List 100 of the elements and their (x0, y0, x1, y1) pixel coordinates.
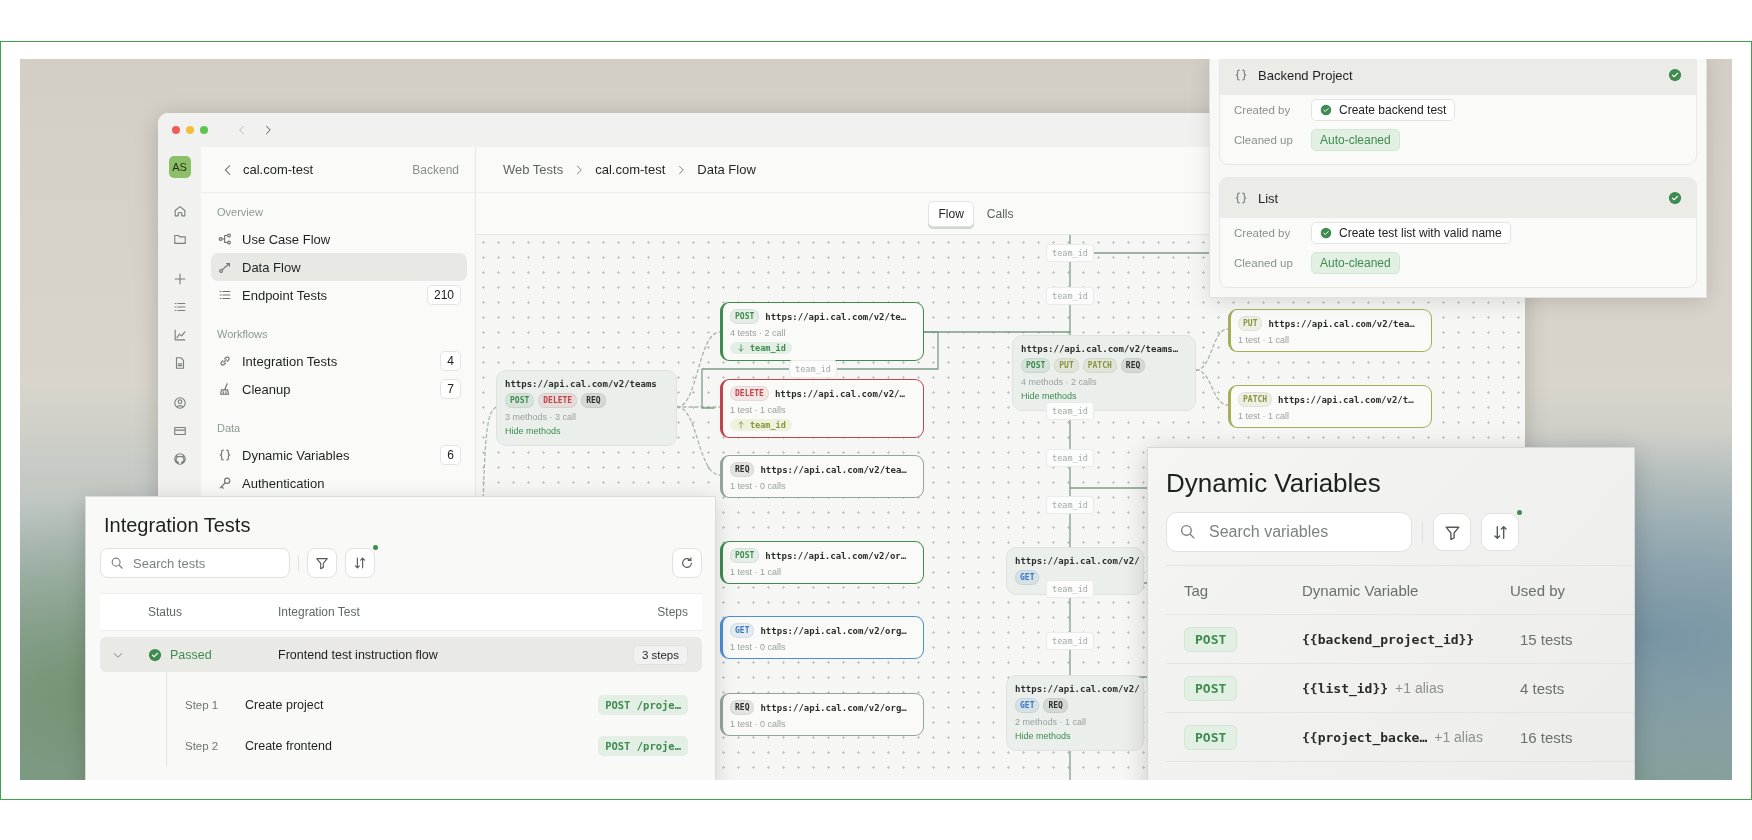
nav-item[interactable]: Endpoint Tests 210 (211, 281, 467, 309)
braces-icon (218, 448, 232, 462)
used-by-count: 16 tests (1519, 728, 1574, 746)
nav-label: Cleanup (242, 381, 291, 397)
sort-icon (1491, 523, 1509, 541)
url-text: https://api.cal.com/v2/teams (505, 379, 657, 389)
sort-button[interactable] (1481, 513, 1519, 551)
method-badge: GET (1015, 570, 1040, 585)
method-tag: POST (1184, 725, 1238, 750)
url-text: https://api.cal.com/v2/or… (765, 550, 907, 561)
nav-label: Authentication (242, 475, 325, 491)
project-section: Backend (412, 162, 459, 177)
connector-line (1195, 328, 1229, 371)
hide-methods-link[interactable]: Hide methods (505, 426, 561, 436)
url-text: https://api.cal.com/v2/… (774, 388, 905, 399)
view-tab[interactable]: Calls (977, 201, 1023, 226)
method-badge: REQ (1043, 698, 1068, 713)
url-text: https://api.cal.com/v2/teams… (1021, 344, 1179, 354)
param-name: team_id (750, 343, 786, 353)
param-name: team_id (750, 420, 786, 430)
breadcrumb[interactable]: Web Tests (503, 162, 564, 177)
variable-name: List (1258, 190, 1279, 206)
avatar[interactable]: AS (168, 156, 191, 178)
url-text: https://api.cal.com/v2/te… (765, 311, 907, 322)
group-node[interactable]: https://api.cal.com/v2/teams POST DELETE REQ 3 methods · 3 call Hide methods (496, 370, 677, 446)
method-badge: PATCH (1238, 392, 1273, 407)
node-stats: 4 methods · 2 calls (1021, 377, 1097, 387)
group-node[interactable]: https://api.cal.com/v2/ GET REQ 2 methods · 1 call Hide methods (1006, 675, 1144, 751)
section-title: Workflows (216, 327, 269, 341)
variable-name: {{list_id}} (1302, 680, 1389, 696)
method-badge: GET (1015, 698, 1040, 713)
card-icon[interactable] (172, 424, 187, 438)
nav-item[interactable]: Cleanup 7 (211, 375, 467, 403)
method-badge: PATCH (1082, 358, 1117, 373)
plus-icon[interactable] (172, 272, 187, 286)
nav-item[interactable]: Data Flow (211, 253, 467, 281)
nav-item[interactable]: Authentication (211, 469, 467, 497)
sort-icon (353, 556, 367, 570)
nav-item[interactable]: Use Case Flow (211, 225, 467, 253)
node-stats: 1 test · 1 call (1238, 335, 1290, 345)
home-icon[interactable] (172, 204, 187, 218)
nav-label: Use Case Flow (242, 231, 331, 247)
list-icon[interactable] (172, 300, 187, 314)
search-field[interactable]: Search tests (100, 548, 290, 578)
url-text: https://api.cal.com/v2/org… (760, 625, 907, 636)
url-text: https://api.cal.com/v2/ (1015, 684, 1140, 694)
endpoint-node[interactable]: POST https://api.cal.com/v2/or… 1 test · 1 call (720, 541, 924, 584)
data-flow-icon (218, 260, 232, 274)
endpoint-node[interactable]: DELETE https://api.cal.com/v2/… 1 test · 1 calls team_id (720, 379, 924, 438)
url-text: https://api.cal.com/v2/tea… (1268, 318, 1415, 329)
count-badge: 7 (440, 379, 461, 399)
steps-count: 3 steps (632, 644, 688, 665)
endpoint-node[interactable]: GET https://api.cal.com/v2/org… 1 test · 0 calls (720, 616, 924, 659)
connector-line (1195, 369, 1229, 406)
test-row[interactable]: Passed Frontend test instruction flow 3 steps (100, 637, 702, 672)
breadcrumb[interactable]: cal.com-test (595, 162, 666, 177)
check-circle-icon (1668, 68, 1682, 82)
nav-label: Data Flow (242, 259, 301, 275)
chart-icon[interactable] (172, 328, 187, 342)
edge-label: team_id (1046, 244, 1094, 262)
hide-methods-link[interactable]: Hide methods (1015, 731, 1071, 741)
search-field[interactable]: Search variables (1166, 512, 1412, 552)
test-chip[interactable]: Create test list with valid name (1311, 222, 1511, 244)
filter-button[interactable] (307, 548, 337, 578)
method-badge: DELETE (730, 386, 769, 401)
step-name: Create frontend (245, 738, 333, 753)
endpoint-node[interactable]: PATCH https://api.cal.com/v2/t… 1 test · 1 call (1228, 385, 1432, 428)
breadcrumb[interactable]: Data Flow (697, 162, 756, 177)
method-badge: POST (505, 393, 535, 408)
check-circle-icon (148, 647, 162, 662)
nav-item[interactable]: Dynamic Variables 6 (211, 441, 467, 469)
method-badge: POST (1021, 358, 1051, 373)
step-number: Step 2 (185, 739, 220, 752)
test-chip[interactable]: Create backend test (1311, 99, 1456, 121)
test-name: Frontend test instruction flow (278, 647, 439, 662)
method-badge: POST (730, 309, 760, 324)
endpoint-node[interactable]: PUT https://api.cal.com/v2/tea… 1 test · 1 call (1228, 309, 1432, 352)
indicator-dot (1517, 510, 1522, 515)
variable-name: {{backend_project_id}} (1302, 631, 1475, 647)
endpoint-node[interactable]: REQ https://api.cal.com/v2/tea… 1 test · 0 calls (720, 455, 924, 498)
folder-icon[interactable] (172, 232, 187, 246)
refresh-button[interactable] (672, 548, 702, 578)
endpoint-node[interactable]: POST https://api.cal.com/v2/te… 4 tests · 2 call team_id (720, 302, 924, 361)
field-label: Cleaned up (1234, 257, 1294, 269)
zoom-button[interactable] (200, 126, 208, 134)
column-header: Integration Test (278, 605, 361, 619)
method-badge: DELETE (538, 393, 578, 408)
hide-methods-link[interactable]: Hide methods (1021, 391, 1077, 401)
edge-label: team_id (1046, 287, 1094, 305)
endpoint-node[interactable]: REQ https://api.cal.com/v2/org… 1 test · 0 calls (720, 693, 924, 736)
url-text: https://api.cal.com/v2/tea… (760, 464, 907, 475)
cat-logo-icon[interactable] (172, 452, 187, 466)
nav-item[interactable]: Integration Tests 4 (211, 347, 467, 375)
filter-button[interactable] (1433, 513, 1471, 551)
sort-button[interactable] (345, 548, 375, 578)
close-button[interactable] (172, 126, 180, 134)
view-tab[interactable]: Flow (928, 200, 974, 227)
link-icon (218, 354, 232, 368)
status-text: Passed (170, 647, 212, 662)
edge-label: team_id (789, 360, 837, 378)
